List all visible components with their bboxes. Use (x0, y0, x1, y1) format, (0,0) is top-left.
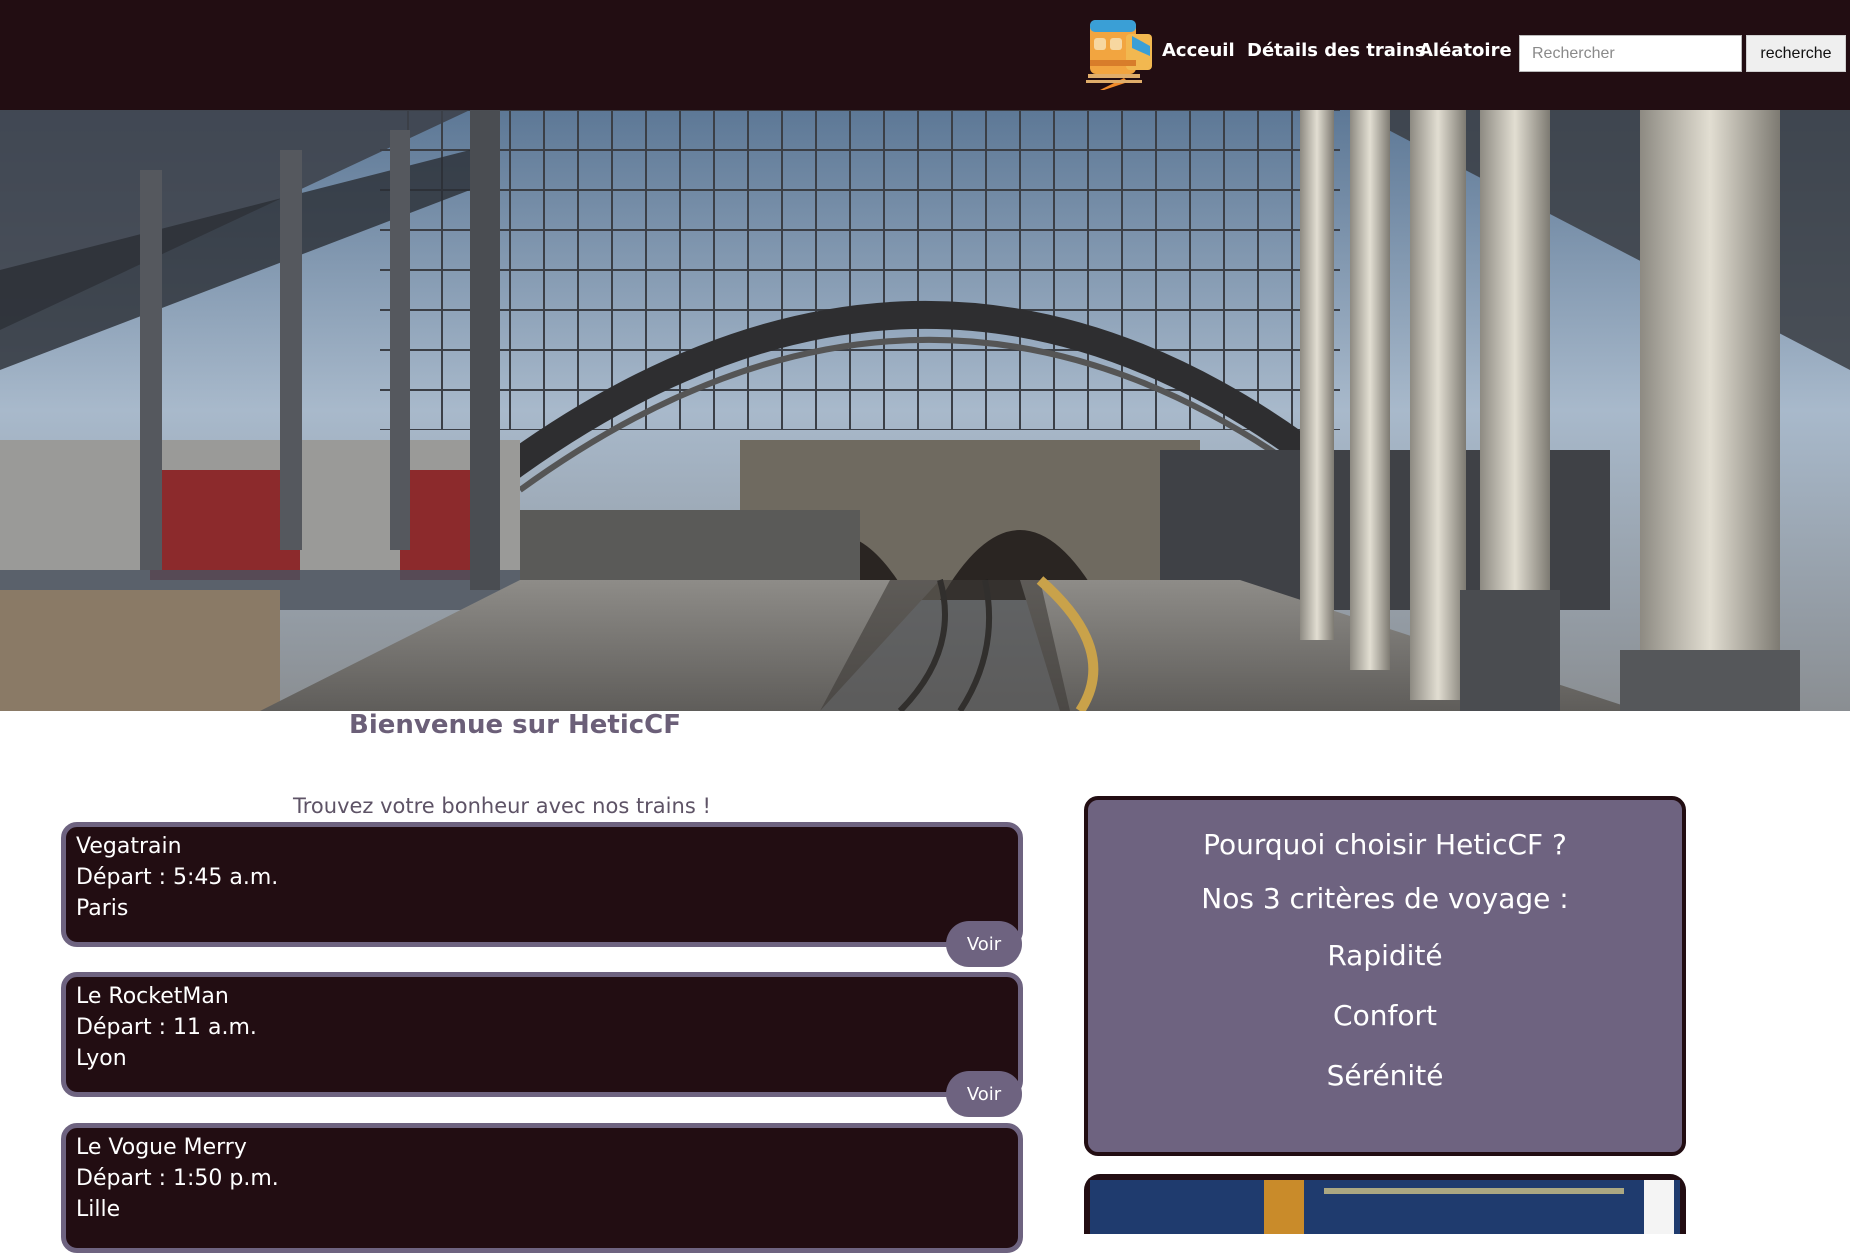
criterion-comfort: Confort (1333, 999, 1437, 1032)
nav-train-details[interactable]: Détails des trains (1247, 40, 1426, 70)
welcome-title: Bienvenue sur HeticCF (349, 710, 682, 740)
welcome-subtitle: Trouvez votre bonheur avec nos trains ! (293, 794, 711, 818)
secondary-train-image (1084, 1174, 1686, 1234)
search-input[interactable] (1519, 35, 1742, 72)
train-card-rocketman: Le RocketMan Départ : 11 a.m. Lyon Voir (61, 972, 1023, 1117)
search-button[interactable]: recherche (1746, 35, 1846, 72)
train-departure: Départ : 11 a.m. (76, 1015, 257, 1040)
criterion-speed: Rapidité (1327, 939, 1443, 972)
why-subtitle: Nos 3 critères de voyage : (1201, 882, 1569, 915)
why-choose-panel: Pourquoi choisir HeticCF ? Nos 3 critère… (1084, 796, 1686, 1156)
train-departure: Départ : 5:45 a.m. (76, 865, 279, 890)
train-logo-icon[interactable] (1084, 16, 1158, 90)
voir-button[interactable]: Voir (946, 921, 1022, 967)
train-card-vegatrain: Vegatrain Départ : 5:45 a.m. Paris Voir (61, 822, 1023, 967)
site-header: Acceuil Détails des trains Aléatoire rec… (0, 0, 1850, 110)
why-title: Pourquoi choisir HeticCF ? (1203, 828, 1567, 861)
hero-train-station-image (0, 110, 1850, 711)
train-city: Lille (76, 1197, 121, 1222)
train-name: Le RocketMan (76, 984, 229, 1009)
nav-random[interactable]: Aléatoire (1419, 40, 1512, 70)
train-city: Paris (76, 896, 129, 921)
train-name: Vegatrain (76, 834, 182, 859)
train-card-vogue-merry: Le Vogue Merry Départ : 1:50 p.m. Lille (61, 1123, 1023, 1253)
train-departure: Départ : 1:50 p.m. (76, 1166, 279, 1191)
voir-button[interactable]: Voir (946, 1071, 1022, 1117)
criterion-serenity: Sérénité (1326, 1059, 1444, 1092)
nav-home[interactable]: Acceuil (1162, 40, 1235, 70)
train-city: Lyon (76, 1046, 127, 1071)
train-name: Le Vogue Merry (76, 1135, 247, 1160)
